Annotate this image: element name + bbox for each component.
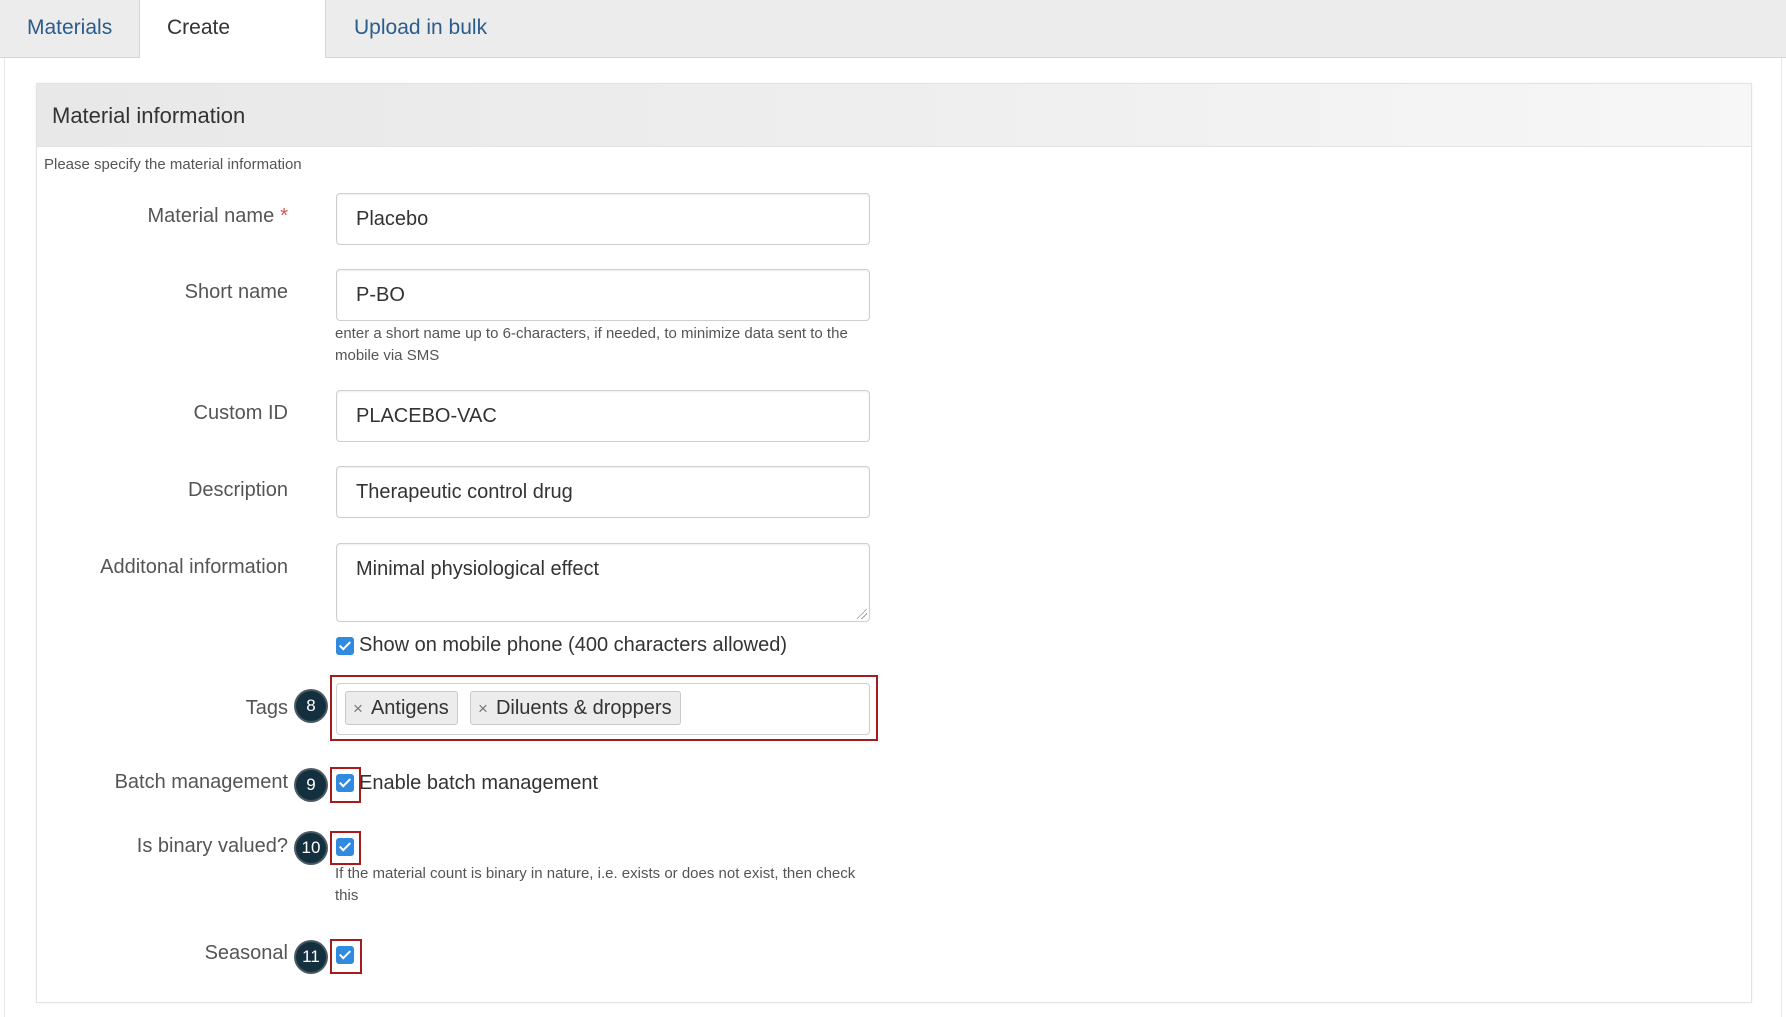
tab-bar: Materials Create material Upload in bulk <box>0 0 1786 95</box>
callout-box-seasonal <box>330 939 362 974</box>
tags-label: Tags <box>245 697 288 719</box>
required-marker: * <box>280 205 288 227</box>
short-name-label: Short name <box>184 281 288 303</box>
batch-management-label: Batch management <box>114 771 288 793</box>
panel-header: Material information <box>37 84 1751 147</box>
resize-handle-icon[interactable] <box>857 609 867 619</box>
short-name-help: enter a short name up to 6-characters, i… <box>335 325 848 364</box>
custom-id-label: Custom ID <box>193 402 288 424</box>
binary-valued-label: Is binary valued? <box>136 835 288 857</box>
short-name-input[interactable]: P-BO <box>336 269 870 321</box>
show-on-mobile-label: Show on mobile phone (400 characters all… <box>359 634 788 656</box>
seasonal-label: Seasonal <box>204 942 288 964</box>
description-input[interactable]: Therapeutic control drug <box>336 466 870 518</box>
annotation-badge-8: 8 <box>296 691 326 721</box>
tab-upload-in-bulk[interactable]: Upload in bulk <box>327 0 514 58</box>
callout-box-batch <box>330 767 361 803</box>
annotation-badge-11: 11 <box>296 942 326 972</box>
callout-box-binary <box>330 831 361 865</box>
show-on-mobile-checkbox[interactable] <box>336 637 354 655</box>
material-information-panel: Material information <box>36 83 1752 1003</box>
tab-materials[interactable]: Materials <box>0 0 139 58</box>
binary-valued-help: If the material count is binary in natur… <box>335 865 856 904</box>
annotation-badge-10: 10 <box>296 833 326 863</box>
additional-info-value: Minimal physiological effect <box>356 558 600 580</box>
description-label: Description <box>187 479 288 501</box>
material-name-label: Material name * <box>147 205 288 227</box>
tab-create-material[interactable]: Create material <box>139 0 326 95</box>
annotation-badge-9: 9 <box>296 770 326 800</box>
additional-info-textarea[interactable]: Minimal physiological effect <box>336 543 870 622</box>
panel-hint: Please specify the material information <box>44 156 302 173</box>
additional-info-label: Additonal information <box>100 556 288 578</box>
panel-title: Material information <box>52 103 246 128</box>
custom-id-input[interactable]: PLACEBO-VAC <box>336 390 870 442</box>
batch-management-checkbox-label: Enable batch management <box>359 772 599 794</box>
material-name-input[interactable]: Placebo <box>336 193 870 245</box>
callout-box-tags <box>330 675 878 741</box>
